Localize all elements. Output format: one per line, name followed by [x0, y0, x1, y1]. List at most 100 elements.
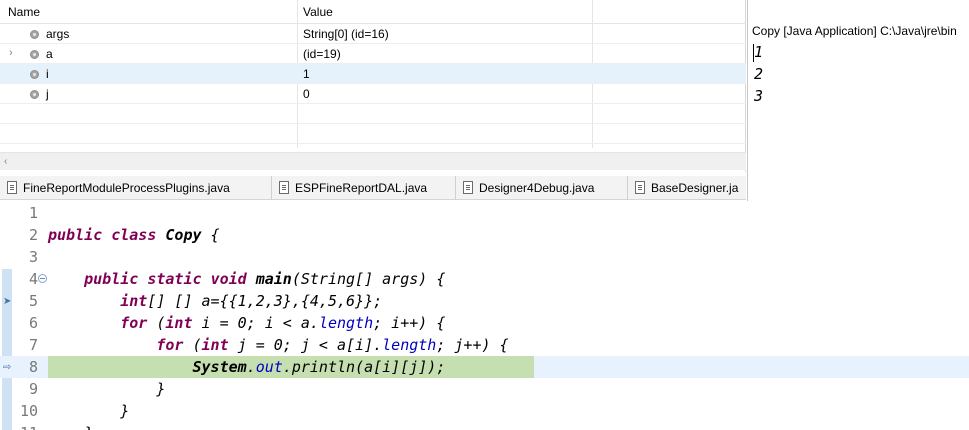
static-field: out — [255, 358, 283, 376]
variables-view: Name Value args String[0] (id=16) › a (i… — [0, 0, 746, 172]
code-fragment: [] [] a={{1,2,3},{4,5,6}}; — [147, 292, 383, 310]
local-variable-icon — [30, 30, 39, 39]
variable-name: i — [46, 67, 49, 81]
variable-name: a — [46, 47, 53, 61]
code-fragment: i = 0; i < a. — [192, 314, 319, 332]
code-line[interactable]: 7 for (int j = 0; j < a[i].length; j++) … — [0, 334, 969, 356]
code-line[interactable]: ➤ 5 int[] [] a={{1,2,3},{4,5,6}}; — [0, 290, 969, 312]
class-name: System — [192, 358, 247, 376]
keyword: static — [147, 270, 202, 288]
local-variable-icon — [30, 50, 39, 59]
line-number: 4 — [28, 270, 38, 288]
tab-finereport-module-process-plugins[interactable]: FineReportModuleProcessPlugins.java — [0, 176, 272, 200]
line-number: 7 — [28, 336, 38, 354]
code-line[interactable]: 3 — [0, 246, 969, 268]
keyword: void — [210, 270, 247, 288]
variable-row-i[interactable]: i 1 — [0, 64, 746, 84]
code-fragment: . — [246, 358, 256, 376]
code-line[interactable]: 9 } — [0, 378, 969, 400]
java-file-icon — [635, 181, 645, 194]
line-number: 5 — [28, 292, 38, 310]
line-number: 9 — [28, 380, 38, 398]
code-line[interactable]: 10 } — [0, 400, 969, 422]
console-output-line: 2 — [754, 65, 764, 83]
line-number: 6 — [28, 314, 38, 332]
code-fragment: ; i++) { — [373, 314, 446, 332]
code-line[interactable]: 6 for (int i = 0; i < a.length; i++) { — [0, 312, 969, 334]
code-text: } — [48, 424, 93, 430]
code-fragment: .println(a[i][j]); — [282, 358, 446, 376]
tab-label: FineReportModuleProcessPlugins.java — [23, 181, 230, 195]
code-fragment: ( — [147, 314, 166, 332]
code-line[interactable]: 1 — [0, 202, 969, 224]
variable-row-a[interactable]: › a (id=19) — [0, 44, 746, 64]
console-title: Copy [Java Application] C:\Java\jre\bin — [752, 24, 957, 38]
column-header-name[interactable]: Name — [8, 5, 40, 19]
variable-value: 0 — [303, 87, 310, 101]
code-line[interactable]: 11 } — [0, 422, 969, 430]
chevron-right-icon[interactable]: › — [9, 47, 13, 59]
variable-row-j[interactable]: j 0 — [0, 84, 746, 104]
tab-designer4debug[interactable]: Designer4Debug.java — [456, 176, 628, 200]
method-name: main — [255, 270, 292, 288]
tab-label: ESPFineReportDAL.java — [295, 181, 428, 195]
line-number: 10 — [19, 402, 38, 420]
code-text: } — [48, 380, 165, 398]
keyword: public — [84, 270, 139, 288]
variable-row-args[interactable]: args String[0] (id=16) — [0, 24, 746, 44]
tab-esp-finereport-dal[interactable]: ESPFineReportDAL.java — [272, 176, 456, 200]
fold-collapse-icon[interactable] — [38, 274, 47, 283]
code-text: for (int i = 0; i < a.length; i++) { — [48, 314, 445, 332]
line-number: 2 — [28, 226, 38, 244]
code-text: int[] [] a={{1,2,3},{4,5,6}}; — [48, 292, 382, 310]
code-text: System.out.println(a[i][j]); — [48, 358, 446, 376]
variable-row-empty — [0, 104, 746, 124]
keyword: int — [120, 292, 148, 310]
variable-value: 1 — [303, 67, 310, 81]
code-fragment: j = 0; j < a[i]. — [228, 336, 383, 354]
class-name: Copy — [165, 226, 202, 244]
variable-value: String[0] (id=16) — [303, 27, 389, 41]
keyword: int — [201, 336, 229, 354]
keyword: class — [111, 226, 157, 244]
code-fragment: (String[] args) { — [291, 270, 446, 288]
code-fragment: } — [84, 424, 93, 430]
code-fragment: ( — [183, 336, 202, 354]
variable-value: (id=19) — [303, 47, 341, 61]
field-name: length — [382, 336, 437, 354]
line-number: 11 — [14, 424, 38, 430]
local-variable-icon — [30, 70, 39, 79]
code-line-current[interactable]: ⇨ 8 System.out.println(a[i][j]); — [0, 356, 969, 378]
variable-name: args — [46, 27, 70, 41]
code-text: } — [48, 402, 129, 420]
variables-horizontal-scrollbar[interactable]: ‹ — [0, 152, 746, 170]
line-number: 1 — [28, 204, 38, 222]
local-variable-icon — [30, 90, 39, 99]
variables-header: Name Value — [0, 0, 746, 24]
tab-label: BaseDesigner.ja — [651, 181, 739, 195]
code-line[interactable]: 2 public class Copy { — [0, 224, 969, 246]
code-editor[interactable]: 1 2 public class Copy { 3 4 public stati… — [0, 201, 969, 430]
keyword: for — [120, 314, 148, 332]
field-name: length — [318, 314, 374, 332]
keyword: public — [48, 226, 103, 244]
column-header-value[interactable]: Value — [303, 5, 333, 19]
tab-label: Designer4Debug.java — [479, 181, 595, 195]
keyword: int — [165, 314, 193, 332]
console-output-line: 3 — [754, 87, 764, 105]
line-number: 3 — [28, 248, 38, 266]
code-line[interactable]: 4 public static void main(String[] args)… — [0, 268, 969, 290]
console-output-line: 1 — [754, 43, 764, 61]
code-fragment: ; j++) { — [436, 336, 509, 354]
tab-base-designer[interactable]: BaseDesigner.ja — [628, 176, 746, 200]
variable-name: j — [46, 87, 49, 101]
java-file-icon — [7, 181, 17, 194]
code-text: public static void main(String[] args) { — [48, 270, 445, 288]
breakpoint-arrow-icon[interactable]: ➤ — [3, 296, 11, 307]
java-file-icon — [463, 181, 473, 194]
code-fragment: } — [156, 380, 166, 398]
editor-tab-bar: FineReportModuleProcessPlugins.java ESPF… — [0, 176, 746, 200]
variable-row-empty — [0, 124, 746, 144]
scroll-left-icon[interactable]: ‹ — [4, 156, 7, 167]
code-fragment: } — [120, 402, 130, 420]
